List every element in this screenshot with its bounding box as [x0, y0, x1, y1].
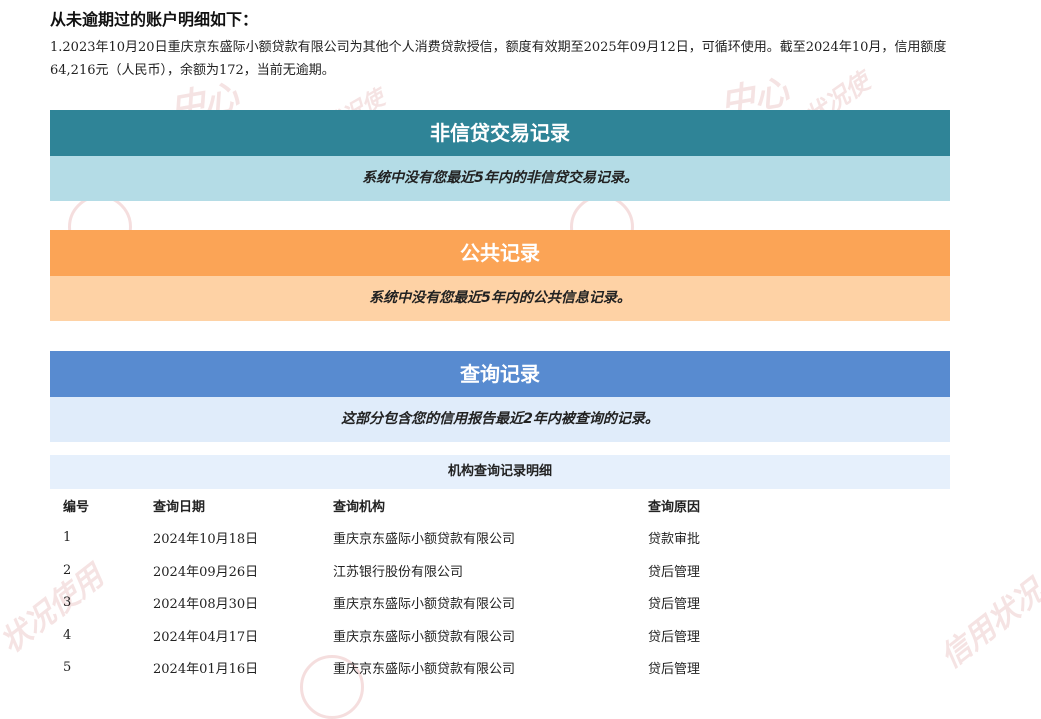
query-institution: 江苏银行股份有限公司: [333, 564, 464, 580]
query-date: 2024年04月17日: [153, 629, 259, 645]
query-reason: 贷后管理: [648, 597, 701, 613]
column-header: 编号: [63, 499, 90, 515]
column-header: 查询机构: [333, 499, 386, 515]
row-number: 5: [63, 660, 72, 676]
table-row: 4 2024年04月17日 重庆京东盛际小额贷款有限公司 贷后管理: [50, 619, 950, 652]
non-credit-section: 非信贷交易记录 系统中没有您最近5年内的非信贷交易记录。: [50, 110, 950, 201]
table-row: 3 2024年08月30日 重庆京东盛际小额贷款有限公司 贷后管理: [50, 587, 950, 620]
query-institution: 重庆京东盛际小额贷款有限公司: [333, 662, 516, 678]
public-record-title: 公共记录: [50, 230, 950, 276]
query-date: 2024年09月26日: [153, 564, 259, 580]
column-header: 查询日期: [153, 499, 206, 515]
row-number: 2: [63, 562, 72, 578]
query-record-section: 查询记录 这部分包含您的信用报告最近2年内被查询的记录。: [50, 351, 950, 442]
public-record-section: 公共记录 系统中没有您最近5年内的公共信息记录。: [50, 230, 950, 321]
non-credit-title: 非信贷交易记录: [50, 110, 950, 156]
query-record-body: 这部分包含您的信用报告最近2年内被查询的记录。: [50, 397, 950, 442]
section-heading: 从未逾期过的账户明细如下：: [50, 10, 259, 29]
query-date: 2024年01月16日: [153, 662, 259, 678]
query-record-title: 查询记录: [50, 351, 950, 397]
table-row: 1 2024年10月18日 重庆京东盛际小额贷款有限公司 贷款审批: [50, 522, 950, 555]
query-institution: 重庆京东盛际小额贷款有限公司: [333, 532, 516, 548]
public-record-body: 系统中没有您最近5年内的公共信息记录。: [50, 276, 950, 321]
query-reason: 贷后管理: [648, 662, 701, 678]
non-credit-body: 系统中没有您最近5年内的非信贷交易记录。: [50, 156, 950, 201]
query-date: 2024年10月18日: [153, 532, 259, 548]
query-date: 2024年08月30日: [153, 597, 259, 613]
row-number: 3: [63, 595, 72, 611]
query-institution: 重庆京东盛际小额贷款有限公司: [333, 597, 516, 613]
table-header-row: 编号 查询日期 查询机构 查询原因: [50, 489, 950, 522]
query-reason: 贷后管理: [648, 564, 701, 580]
query-detail-table: 机构查询记录明细 编号 查询日期 查询机构 查询原因 1 2024年10月18日…: [50, 455, 950, 684]
row-number: 4: [63, 627, 72, 643]
query-institution: 重庆京东盛际小额贷款有限公司: [333, 629, 516, 645]
column-header: 查询原因: [648, 499, 701, 515]
table-row: 2 2024年09月26日 江苏银行股份有限公司 贷后管理: [50, 554, 950, 587]
account-detail-paragraph: 1.2023年10月20日重庆京东盛际小额贷款有限公司为其他个人消费贷款授信，额…: [50, 40, 947, 78]
query-reason: 贷款审批: [648, 532, 701, 548]
query-reason: 贷后管理: [648, 629, 701, 645]
row-number: 1: [63, 530, 72, 546]
table-caption: 机构查询记录明细: [50, 455, 950, 489]
table-row: 5 2024年01月16日 重庆京东盛际小额贷款有限公司 贷后管理: [50, 652, 950, 685]
